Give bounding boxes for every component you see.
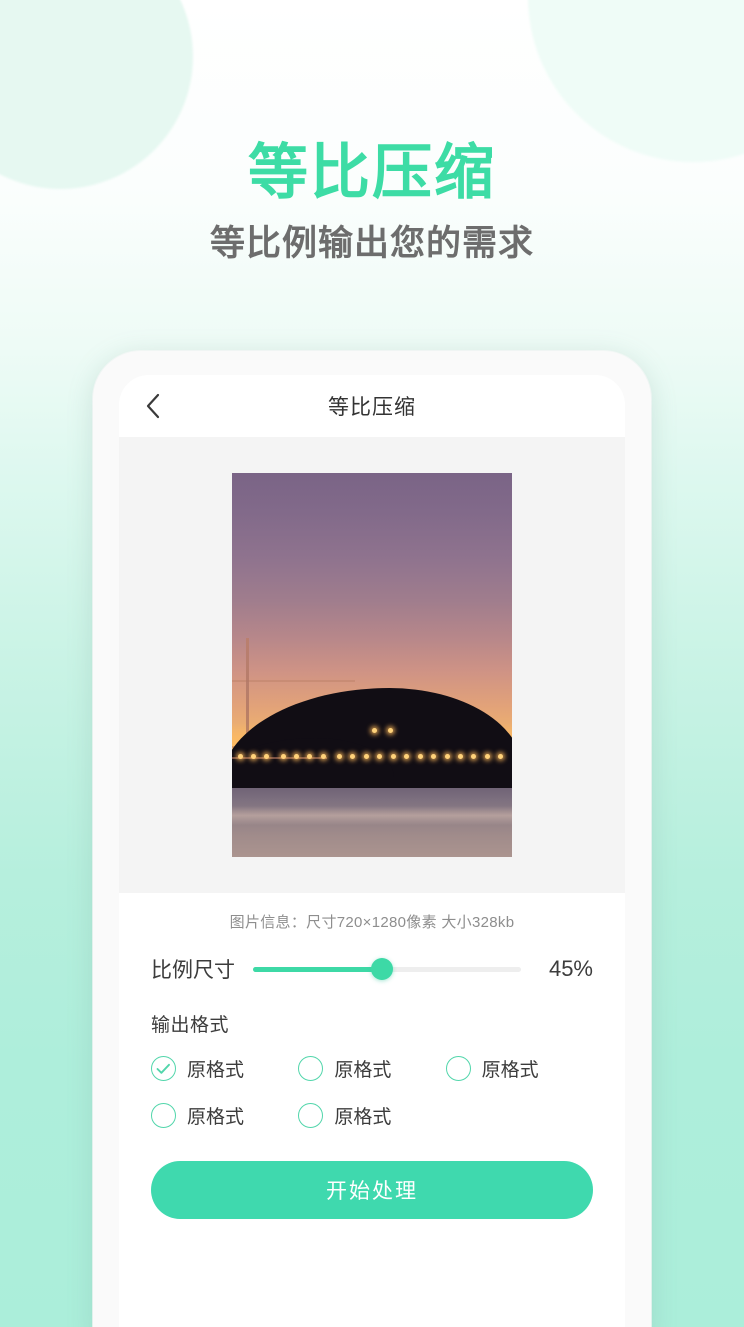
format-option-label: 原格式: [334, 1107, 392, 1128]
format-option-label: 原格式: [481, 1060, 539, 1081]
phone-screen: 等比压缩 图片信息：尺寸720×1280像素 大小328kb 比例尺寸 45% …: [119, 375, 625, 1327]
ratio-slider-label: 比例尺寸: [151, 959, 235, 982]
primary-button-wrap: 开始处理: [119, 1129, 625, 1219]
hero-section: 等比压缩 等比例输出您的需求: [0, 0, 744, 267]
ratio-slider-row: 比例尺寸 45%: [119, 932, 625, 984]
format-option-1[interactable]: 原格式: [298, 1055, 445, 1082]
format-option-2[interactable]: 原格式: [445, 1055, 593, 1082]
format-option-label: 原格式: [334, 1060, 392, 1081]
slider-thumb[interactable]: [370, 958, 393, 980]
photo-red-light-a: [371, 727, 377, 733]
radio-unchecked-icon[interactable]: [445, 1056, 471, 1081]
photo-water: [232, 784, 512, 857]
page-title: 等比压缩: [248, 139, 496, 206]
app-bar: 等比压缩: [119, 375, 625, 437]
format-option-3[interactable]: 原格式: [151, 1102, 298, 1129]
start-process-button[interactable]: 开始处理: [151, 1161, 593, 1219]
output-format-section: 输出格式 原格式 原格式 原格式 原格式 原格式: [119, 984, 625, 1129]
preview-photo: [232, 473, 512, 857]
format-option-0[interactable]: 原格式: [151, 1055, 298, 1082]
app-bar-title: 等比压缩: [328, 396, 416, 419]
ratio-slider-value: 45%: [548, 956, 593, 981]
photo-road-lights: [237, 727, 507, 759]
back-button[interactable]: [129, 375, 177, 437]
chevron-left-icon: [145, 393, 161, 419]
image-info-text: 图片信息：尺寸720×1280像素 大小328kb: [229, 914, 515, 931]
photo-red-light-b: [388, 727, 394, 733]
format-option-label: 原格式: [187, 1107, 245, 1128]
output-format-title: 输出格式: [151, 1015, 230, 1036]
format-option-label: 原格式: [187, 1060, 245, 1081]
radio-unchecked-icon[interactable]: [151, 1103, 176, 1128]
phone-mockup: 等比压缩 图片信息：尺寸720×1280像素 大小328kb 比例尺寸 45% …: [93, 351, 651, 1327]
output-format-options: 原格式 原格式 原格式 原格式 原格式: [151, 1055, 593, 1129]
radio-checked-icon[interactable]: [151, 1056, 176, 1081]
slider-fill: [253, 966, 382, 972]
image-preview-area[interactable]: [119, 437, 625, 893]
page-subtitle: 等比例输出您的需求: [209, 224, 534, 264]
radio-unchecked-icon[interactable]: [298, 1056, 324, 1081]
image-info-row: 图片信息：尺寸720×1280像素 大小328kb: [119, 893, 625, 932]
format-option-4[interactable]: 原格式: [298, 1102, 445, 1129]
ratio-slider[interactable]: [253, 956, 521, 982]
radio-unchecked-icon[interactable]: [298, 1103, 324, 1128]
